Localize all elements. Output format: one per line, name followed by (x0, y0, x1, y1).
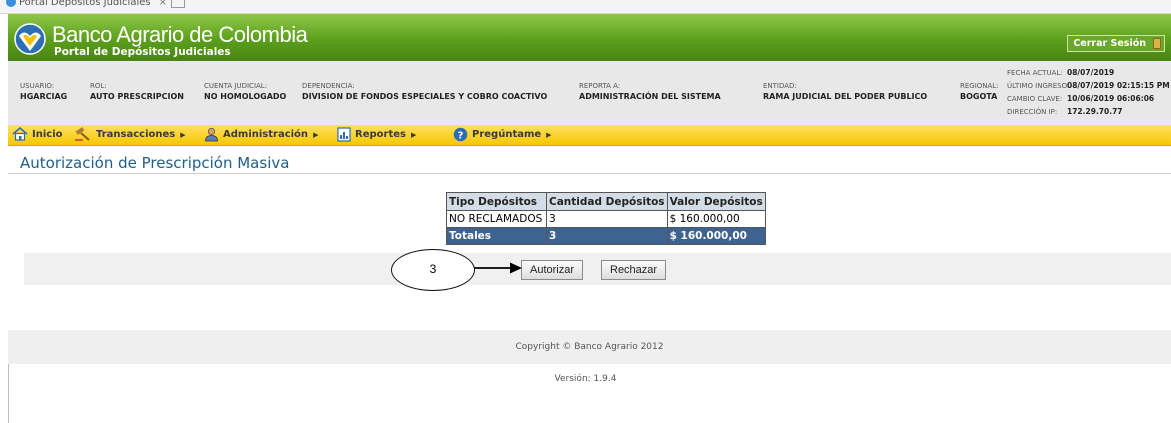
title-divider (8, 173, 1171, 174)
menu-item-transacciones[interactable]: Transacciones ▶ (74, 125, 186, 145)
table-row: NO RECLAMADOS 3 $ 160.000,00 (446, 210, 766, 228)
logout-button[interactable]: Cerrar Sesión (1067, 35, 1165, 52)
menu-label-reportes: Reportes (355, 129, 406, 140)
menu-label-inicio: Inicio (32, 129, 63, 140)
totals-value: $ 160.000,00 (666, 227, 766, 245)
table-cell: NO RECLAMADOS (446, 210, 547, 228)
favicon-icon (6, 0, 16, 7)
menu-label-transacciones: Transacciones (96, 129, 176, 140)
step-callout: 3 (391, 249, 475, 291)
usuario-label: USUARIO: (20, 82, 55, 90)
home-icon (12, 127, 28, 141)
cambio-clave-value: 10/06/2019 06:06:06 (1067, 94, 1155, 103)
rol-field: ROL: AUTO PRESCRIPCION (90, 81, 184, 102)
entidad-value: RAMA JUDICIAL DEL PODER PUBLICO (763, 92, 928, 101)
bank-name: Banco Agrario de Colombia (52, 22, 308, 47)
callout-arrow-icon (474, 262, 522, 274)
entidad-label: ENTIDAD: (763, 82, 797, 90)
usuario-value: HGARCIAG (20, 92, 68, 101)
page-edge-divider (8, 364, 9, 423)
menu-item-reportes[interactable]: Reportes ▶ (337, 125, 416, 145)
totals-label: Totales (446, 227, 547, 245)
report-icon (337, 126, 351, 142)
entidad-field: ENTIDAD: RAMA JUDICIAL DEL PODER PUBLICO (763, 81, 927, 102)
menu-label-administracion: Administración (223, 129, 309, 140)
submenu-arrow-icon: ▶ (180, 131, 186, 139)
menu-item-preguntame[interactable]: ? Pregúntame ▶ (453, 125, 552, 145)
session-details: FECHA ACTUAL: 08/07/2019 ÚLTIMO INGRESO:0… (1007, 68, 1170, 120)
direccion-ip-row: DIRECCIÓN IP: 172.29.70.77 (1007, 107, 1170, 120)
column-header: Cantidad Depósitos (546, 192, 668, 211)
browser-tab[interactable]: Portal Depósitos Judiciales × (0, 0, 190, 12)
direccion-ip-value: 172.29.70.77 (1067, 107, 1123, 116)
exit-door-icon (1153, 38, 1161, 49)
cambio-clave-label: CAMBIO CLAVE: (1007, 95, 1063, 103)
totals-row: Totales 3 $ 160.000,00 (446, 227, 766, 245)
submenu-arrow-icon: ▶ (410, 131, 417, 139)
fecha-actual-label: FECHA ACTUAL: (1007, 69, 1063, 77)
deposits-summary-table: Tipo Depósitos Cantidad Depósitos Valor … (446, 192, 766, 245)
gavel-icon (75, 126, 90, 141)
column-header: Valor Depósitos (666, 192, 766, 211)
ultimo-ingreso-value: 08/07/2019 02:15:15 PM (1067, 81, 1170, 90)
cuenta-field: CUENTA JUDICIAL: NO HOMOLOGADO (204, 81, 286, 102)
cuenta-label: CUENTA JUDICIAL: (204, 82, 268, 90)
regional-value: BOGOTA (960, 92, 998, 101)
action-bar: Autorizar Rechazar (24, 253, 1171, 285)
column-header: Tipo Depósitos (446, 192, 547, 211)
fecha-actual-row: FECHA ACTUAL: 08/07/2019 (1007, 68, 1170, 81)
header-banner: Banco Agrario de Colombia Portal de Depó… (8, 14, 1171, 61)
reporta-value: ADMINISTRACIÓN DEL SISTEMA (579, 92, 721, 101)
usuario-field: USUARIO: HGARCIAG (20, 81, 67, 102)
submenu-arrow-icon: ▶ (546, 131, 552, 139)
user-admin-icon (205, 127, 218, 141)
dependencia-label: DEPENDENCIA: (302, 82, 355, 90)
totals-count: 3 (546, 227, 668, 245)
svg-text:?: ? (458, 130, 464, 141)
browser-tab-title: Portal Depósitos Judiciales (19, 0, 151, 8)
dependencia-value: DIVISION DE FONDOS ESPECIALES Y COBRO CO… (302, 92, 548, 101)
table-header-row: Tipo Depósitos Cantidad Depósitos Valor … (446, 192, 766, 211)
main-menu: Inicio Transacciones ▶ Administración ▶ Re… (8, 125, 1171, 146)
dependencia-field: DEPENDENCIA: DIVISION DE FONDOS ESPECIAL… (302, 81, 547, 102)
user-info-bar: USUARIO: HGARCIAG ROL: AUTO PRESCRIPCION… (8, 61, 1171, 125)
menu-label-preguntame: Pregúntame (472, 129, 542, 140)
portal-name: Portal de Depósitos Judiciales (54, 46, 231, 58)
rol-value: AUTO PRESCRIPCION (90, 92, 184, 101)
table-cell: 3 (546, 210, 668, 228)
bank-logo-icon (14, 23, 46, 55)
reporta-label: REPORTA A: (579, 82, 621, 90)
direccion-ip-label: DIRECCIÓN IP: (1007, 108, 1058, 116)
reporta-field: REPORTA A: ADMINISTRACIÓN DEL SISTEMA (579, 81, 721, 102)
logout-label: Cerrar Sesión (1073, 38, 1146, 49)
ultimo-ingreso-label: ÚLTIMO INGRESO: (1007, 82, 1070, 90)
cuenta-value: NO HOMOLOGADO (204, 92, 287, 101)
ultimo-ingreso-row: ÚLTIMO INGRESO:08/07/2019 02:15:15 PM (1007, 81, 1170, 94)
footer-copyright: Copyright © Banco Agrario 2012 (8, 330, 1171, 364)
fecha-actual-value: 08/07/2019 (1067, 68, 1115, 77)
new-tab-icon[interactable] (171, 0, 185, 8)
table-cell: $ 160.000,00 (666, 210, 766, 228)
menu-item-administracion[interactable]: Administración ▶ (204, 125, 318, 145)
footer-version: Versión: 1.9.4 (554, 374, 617, 384)
cambio-clave-row: CAMBIO CLAVE: 10/06/2019 06:06:06 (1007, 94, 1170, 107)
authorize-button[interactable]: Autorizar (521, 260, 584, 280)
rol-label: ROL: (90, 82, 107, 90)
regional-label: REGIONAL: (960, 82, 999, 90)
page-title: Autorización de Prescripción Masiva (20, 154, 290, 172)
close-tab-icon[interactable]: × (159, 0, 167, 8)
help-icon: ? (453, 127, 468, 141)
submenu-arrow-icon: ▶ (313, 131, 319, 139)
regional-field: REGIONAL: BOGOTA (960, 81, 999, 102)
menu-item-inicio[interactable]: Inicio (12, 125, 63, 145)
browser-tab-strip: Portal Depósitos Judiciales × (0, 0, 1171, 14)
reject-button[interactable]: Rechazar (601, 260, 667, 280)
